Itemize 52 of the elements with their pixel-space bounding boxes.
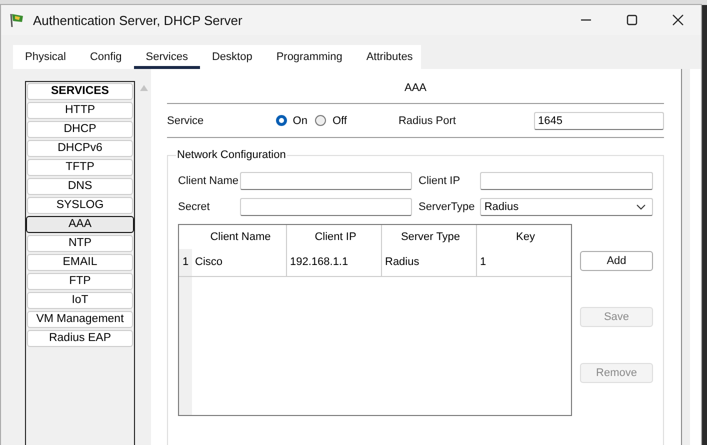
table-cell: Radius (382, 249, 477, 276)
service-item[interactable]: NTP (27, 235, 133, 252)
radius-port-field[interactable]: 1645 (534, 112, 664, 130)
client-name-label: Client Name (178, 175, 240, 187)
chevron-down-icon (636, 204, 646, 210)
client-ip-field[interactable] (480, 172, 653, 190)
server-type-dropdown[interactable]: Radius (480, 198, 653, 216)
secret-field[interactable] (240, 198, 412, 216)
tab[interactable]: Desktop (200, 51, 264, 69)
table-cell-text: 1 (479, 255, 488, 270)
client-ip-label: Client IP (418, 175, 462, 187)
tab[interactable]: Programming (264, 51, 354, 69)
maximize-icon[interactable] (626, 14, 638, 26)
service-item[interactable]: HTTP (27, 102, 133, 119)
service-item[interactable]: SYSLOG (27, 197, 133, 214)
service-item[interactable]: DHCPv6 (27, 140, 133, 157)
service-item[interactable]: DNS (27, 178, 133, 195)
service-item[interactable]: FTP (27, 273, 133, 290)
row-number: 1 (179, 249, 192, 276)
scrollbar[interactable] (681, 69, 690, 445)
service-item[interactable]: DHCP (27, 121, 133, 138)
close-icon[interactable] (672, 14, 684, 26)
radius-port-label: Radius Port (398, 114, 457, 126)
app-icon (9, 12, 25, 28)
service-label: Service (167, 114, 205, 126)
table-cell: 192.168.1.1 (287, 249, 382, 276)
service-item[interactable]: Radius EAP (27, 330, 133, 347)
group-title: Network Configuration (176, 149, 287, 161)
radio-button[interactable] (276, 115, 287, 126)
radio-label: Off (332, 114, 347, 126)
services-heading: SERVICES (27, 83, 133, 100)
tab[interactable]: Physical (13, 51, 78, 69)
radio-label: On (292, 114, 308, 126)
column-header: Server Type (382, 225, 477, 249)
service-item[interactable]: VM Management (27, 311, 133, 328)
table-cell: Cisco (192, 249, 287, 276)
column-header: Key (515, 230, 536, 245)
secret-label: Secret (178, 201, 211, 213)
tab[interactable]: Attributes (354, 51, 425, 69)
radio-button[interactable] (315, 115, 326, 126)
service-item[interactable]: TFTP (27, 159, 133, 176)
panel-title: AAA (167, 69, 664, 104)
server-type-label: ServerType (418, 201, 476, 213)
column-header: Client Name (192, 225, 287, 249)
client-name-field[interactable] (240, 172, 412, 190)
column-header: Client IP (287, 225, 382, 249)
service-item[interactable]: IoT (27, 292, 133, 309)
service-item[interactable]: EMAIL (27, 254, 133, 271)
window-title: Authentication Server, DHCP Server (33, 12, 242, 28)
action-button[interactable]: Add (580, 251, 653, 271)
service-item[interactable]: AAA (26, 216, 134, 233)
tab[interactable]: Config (78, 51, 134, 69)
